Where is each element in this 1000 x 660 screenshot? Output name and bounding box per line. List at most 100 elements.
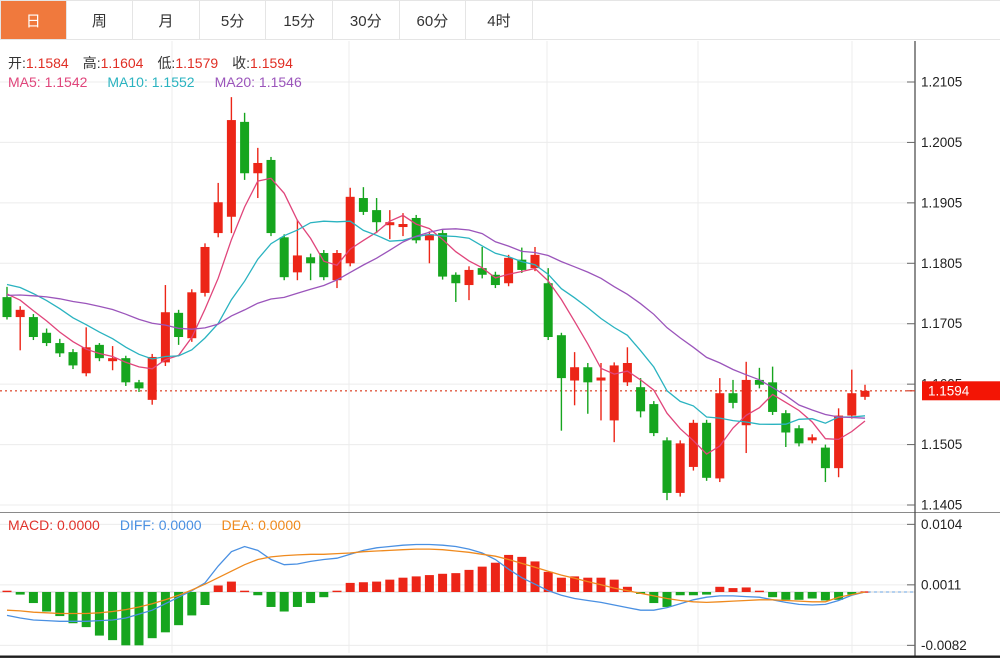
ohlc-value-3: 1.1594 bbox=[250, 55, 293, 71]
ma5-line bbox=[7, 178, 865, 454]
candle-body bbox=[293, 255, 302, 272]
macd-hist-bar bbox=[227, 582, 236, 592]
macd-hist-bar bbox=[425, 575, 434, 592]
ohlc-legend: 开:1.1584高:1.1604低:1.1579收:1.1594 bbox=[8, 53, 307, 73]
macd-hist-bar bbox=[649, 592, 658, 603]
candle-body bbox=[306, 257, 315, 263]
macd-hist-bar bbox=[306, 592, 315, 603]
timeframe-tab-7[interactable]: 4时 bbox=[466, 1, 533, 39]
timeframe-toolbar: 日周月5分15分30分60分4时 bbox=[0, 0, 1000, 40]
macd-hist-bar bbox=[3, 591, 12, 592]
macd-hist-bar bbox=[55, 592, 64, 616]
ohlc-value-2: 1.1579 bbox=[175, 55, 218, 71]
chart-bottom-border bbox=[0, 656, 1000, 658]
macd-hist-bar bbox=[465, 570, 474, 592]
candle-body bbox=[227, 120, 236, 217]
candle-body bbox=[280, 237, 289, 277]
last-price-tag-label: 1.1594 bbox=[928, 384, 970, 399]
candle-body bbox=[597, 378, 606, 381]
timeframe-tab-6[interactable]: 60分 bbox=[400, 1, 467, 39]
macd-hist-bar bbox=[755, 591, 764, 592]
candle-body bbox=[557, 335, 566, 378]
timeframe-tab-4[interactable]: 15分 bbox=[266, 1, 333, 39]
macd-hist-bar bbox=[676, 592, 685, 595]
candle-body bbox=[795, 428, 804, 443]
candle-body bbox=[504, 258, 513, 283]
candle-body bbox=[847, 393, 856, 415]
macd-hist-bar bbox=[689, 592, 698, 595]
price-axis-label: 1.1805 bbox=[921, 256, 962, 271]
macd-hist-bar bbox=[372, 582, 381, 592]
candle-body bbox=[715, 393, 724, 478]
macd-hist-bar bbox=[187, 592, 196, 615]
macd-legend-item-1: DIFF: 0.0000 bbox=[120, 517, 202, 533]
macd-hist-bar bbox=[729, 588, 738, 592]
candle-body bbox=[201, 247, 210, 293]
candle-body bbox=[69, 352, 78, 365]
macd-hist-bar bbox=[583, 578, 592, 592]
candle-body bbox=[174, 313, 183, 337]
macd-hist-bar bbox=[346, 583, 355, 592]
price-axis-label: 1.2005 bbox=[921, 135, 962, 150]
macd-hist-bar bbox=[267, 592, 276, 607]
candle-body bbox=[359, 198, 368, 212]
candle-body bbox=[676, 443, 685, 493]
macd-hist-bar bbox=[781, 592, 790, 600]
macd-hist-bar bbox=[42, 592, 51, 612]
macd-hist-bar bbox=[95, 592, 104, 636]
ohlc-value-0: 1.1584 bbox=[26, 55, 69, 71]
ohlc-value-1: 1.1604 bbox=[101, 55, 144, 71]
macd-hist-bar bbox=[29, 592, 38, 603]
candle-body bbox=[465, 270, 474, 285]
macd-hist-bar bbox=[319, 592, 328, 597]
timeframe-tab-0[interactable]: 日 bbox=[0, 1, 67, 39]
macd-hist-bar bbox=[69, 592, 78, 623]
macd-hist-bar bbox=[451, 573, 460, 592]
timeframe-tab-3[interactable]: 5分 bbox=[200, 1, 267, 39]
macd-hist-bar bbox=[768, 592, 777, 597]
price-axis-label: 1.1405 bbox=[921, 498, 962, 513]
candle-body bbox=[636, 387, 645, 411]
candle-body bbox=[240, 122, 249, 173]
candle-body bbox=[808, 437, 817, 440]
macd-hist-bar bbox=[742, 587, 751, 592]
candle-body bbox=[478, 268, 487, 275]
trading-chart-app: 日周月5分15分30分60分4时 开:1.1584高:1.1604低:1.157… bbox=[0, 0, 1000, 660]
macd-hist-bar bbox=[808, 592, 817, 599]
candle-body bbox=[689, 423, 698, 467]
candle-body bbox=[16, 310, 25, 317]
ma-legend: MA5: 1.1542MA10: 1.1552MA20: 1.1546 bbox=[8, 74, 322, 90]
macd-hist-bar bbox=[491, 563, 500, 592]
timeframe-tab-5[interactable]: 30分 bbox=[333, 1, 400, 39]
candle-body bbox=[135, 382, 144, 388]
candle-body bbox=[161, 312, 170, 362]
candle-body bbox=[333, 253, 342, 280]
macd-hist-bar bbox=[702, 592, 711, 595]
timeframe-tab-2[interactable]: 月 bbox=[133, 1, 200, 39]
candle-body bbox=[95, 345, 104, 358]
candle-body bbox=[108, 358, 117, 361]
macd-hist-bar bbox=[610, 580, 619, 592]
candle-body bbox=[399, 224, 408, 227]
macd-hist-bar bbox=[795, 592, 804, 600]
macd-hist-bar bbox=[293, 592, 302, 607]
ma-legend-item-2: MA20: 1.1546 bbox=[215, 74, 302, 90]
macd-axis-label: 0.0104 bbox=[921, 517, 963, 532]
macd-hist-bar bbox=[148, 592, 157, 638]
ohlc-label-0: 开: bbox=[8, 53, 26, 73]
timeframe-tab-1[interactable]: 周 bbox=[67, 1, 134, 39]
candle-body bbox=[491, 275, 500, 285]
candle-body bbox=[29, 317, 38, 337]
candle-body bbox=[583, 367, 592, 382]
price-axis-label: 1.2105 bbox=[921, 75, 962, 90]
ohlc-label-2: 低: bbox=[157, 53, 175, 73]
candle-body bbox=[531, 255, 540, 268]
macd-hist-bar bbox=[821, 592, 830, 600]
ma-legend-item-1: MA10: 1.1552 bbox=[107, 74, 194, 90]
macd-hist-bar bbox=[240, 591, 249, 592]
candlestick-chart[interactable]: 1.21051.20051.19051.18051.17051.16051.15… bbox=[0, 40, 1000, 660]
candle-body bbox=[451, 275, 460, 283]
candle-body bbox=[82, 347, 91, 373]
ohlc-label-3: 收: bbox=[232, 53, 250, 73]
candle-body bbox=[834, 416, 843, 469]
